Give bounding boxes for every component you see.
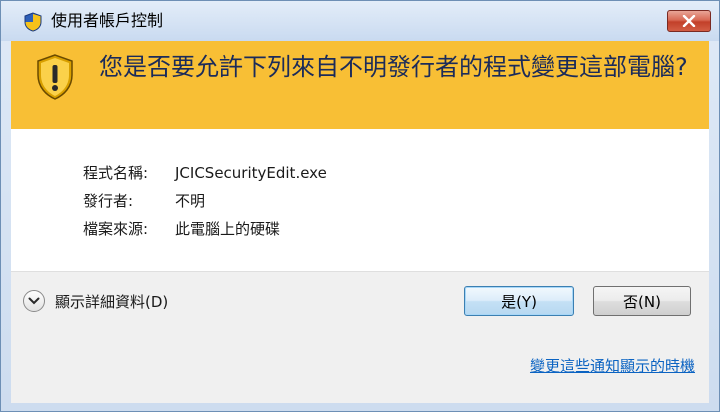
publisher-row: 發行者: 不明 [83,187,327,215]
program-name-value: JCICSecurityEdit.exe [175,164,327,182]
show-details-toggle[interactable]: 顯示詳細資料(D) [23,290,168,312]
expand-circle [23,290,45,312]
show-details-label: 顯示詳細資料(D) [55,292,169,311]
notification-settings-bar: 變更這些通知顯示的時機 [11,333,709,403]
close-icon [682,15,696,27]
chevron-down-icon [28,297,40,305]
program-name-row: 程式名稱: JCICSecurityEdit.exe [83,159,327,187]
file-origin-label: 檔案來源: [83,220,149,238]
yes-button[interactable]: 是(Y) [464,286,574,316]
uac-dialog-window: 使用者帳戶控制 您是否要允許下列來自不明發行者的程式變更這部電腦? 程式名稱: … [0,0,720,412]
publisher-label: 發行者: [83,192,134,210]
dialog-content: 您是否要允許下列來自不明發行者的程式變更這部電腦? 程式名稱: JCICSecu… [11,41,709,403]
publisher-value: 不明 [175,192,206,210]
button-bar: 顯示詳細資料(D) 是(Y) 否(N) [11,271,709,334]
file-origin-value: 此電腦上的硬碟 [175,220,281,238]
uac-shield-icon [24,12,42,32]
window-title: 使用者帳戶控制 [51,11,164,30]
title-bar: 使用者帳戶控制 [1,1,719,41]
warning-banner: 您是否要允許下列來自不明發行者的程式變更這部電腦? [11,41,709,129]
program-details: 程式名稱: JCICSecurityEdit.exe 發行者: 不明 檔案來源:… [83,159,327,243]
headline: 您是否要允許下列來自不明發行者的程式變更這部電腦? [99,53,688,81]
file-origin-row: 檔案來源: 此電腦上的硬碟 [83,215,327,243]
close-button[interactable] [667,10,711,32]
warning-shield-icon [37,54,73,100]
no-button[interactable]: 否(N) [593,286,691,316]
program-name-label: 程式名稱: [83,164,149,182]
change-notification-link[interactable]: 變更這些通知顯示的時機 [530,355,695,376]
